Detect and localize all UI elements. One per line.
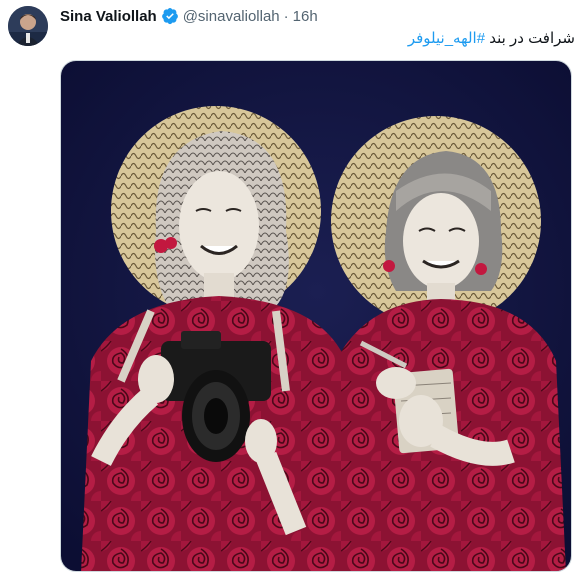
timestamp[interactable]: 16h xyxy=(293,8,318,25)
illustration-image xyxy=(61,61,571,571)
avatar-photo xyxy=(8,6,48,46)
tweet-text-body: شرافت در بند xyxy=(485,30,575,47)
tweet-text: شرافت در بند #الهه_نیلوفر xyxy=(408,29,575,47)
tweet-header: Sina Valiollah @sinavaliollah · 16h xyxy=(60,6,318,26)
author-name[interactable]: Sina Valiollah xyxy=(60,8,157,25)
avatar[interactable] xyxy=(8,6,48,46)
tweet-media-image[interactable] xyxy=(60,60,572,572)
hashtag-link[interactable]: #الهه_نیلوفر xyxy=(408,30,485,47)
author-handle[interactable]: @sinavaliollah xyxy=(183,8,280,25)
verified-badge-icon xyxy=(161,7,179,25)
separator-dot: · xyxy=(283,7,289,25)
